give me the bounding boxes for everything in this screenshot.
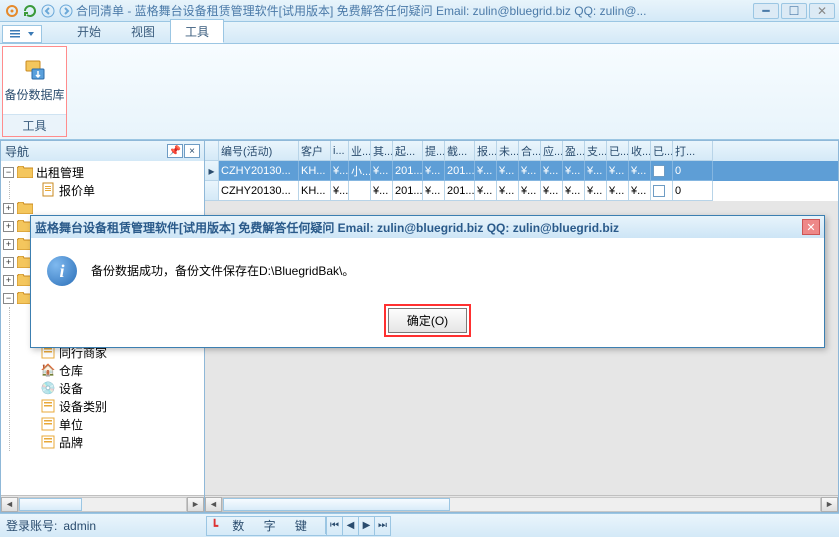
dialog-message: 备份数据成功，备份文件保存在D:\BluegridBak\。 (91, 256, 354, 279)
ok-button[interactable]: 确定(O) (388, 308, 467, 333)
backup-success-dialog: 蓝格舞台设备租赁管理软件[试用版本] 免费解答任何疑问 Email: zulin… (30, 215, 825, 348)
info-icon: i (47, 256, 77, 286)
dialog-close-button[interactable]: ✕ (802, 219, 820, 235)
modal-backdrop: 蓝格舞台设备租赁管理软件[试用版本] 免费解答任何疑问 Email: zulin… (0, 0, 839, 540)
dialog-title: 蓝格舞台设备租赁管理软件[试用版本] 免费解答任何疑问 Email: zulin… (35, 219, 802, 236)
dialog-titlebar: 蓝格舞台设备租赁管理软件[试用版本] 免费解答任何疑问 Email: zulin… (31, 216, 824, 238)
